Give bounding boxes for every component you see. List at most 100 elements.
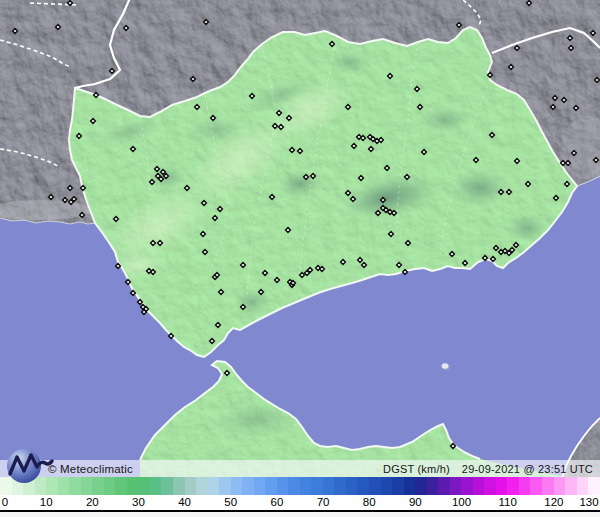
station-marker (418, 105, 423, 110)
station-marker (553, 96, 558, 101)
scale-cell (92, 477, 104, 495)
color-scale (0, 477, 600, 495)
station-marker (369, 147, 374, 152)
scale-cell (438, 477, 450, 495)
station-marker (362, 263, 367, 268)
station-marker (381, 198, 386, 203)
scale-cell (173, 477, 185, 495)
station-marker (572, 151, 577, 156)
scale-cell (565, 477, 577, 495)
scale-cell (507, 477, 519, 495)
scale-cell (427, 477, 439, 495)
scale-cell (404, 477, 416, 495)
station-marker (594, 158, 599, 163)
scale-tick-label: 80 (363, 496, 376, 508)
station-marker (305, 271, 310, 276)
scale-cell (127, 477, 139, 495)
map (0, 0, 600, 478)
station-marker (279, 125, 284, 130)
scale-cell (530, 477, 542, 495)
station-marker (510, 248, 515, 253)
station-marker (351, 197, 356, 202)
station-marker (80, 213, 85, 218)
station-marker (515, 159, 520, 164)
station-marker (286, 228, 291, 233)
station-marker (263, 271, 268, 276)
station-marker (155, 167, 160, 172)
station-marker (490, 133, 495, 138)
station-marker (385, 166, 390, 171)
station-marker (156, 174, 161, 179)
station-marker (56, 25, 61, 30)
station-marker (405, 175, 410, 180)
station-marker (526, 182, 531, 187)
scale-tick-label: 130 (579, 496, 598, 508)
station-marker (202, 201, 207, 206)
scale-tick-label: 40 (178, 496, 191, 508)
station-marker (131, 147, 136, 152)
scale-cell (219, 477, 231, 495)
scale-cell (196, 477, 208, 495)
station-marker (63, 198, 68, 203)
scale-tick-label: 90 (409, 496, 422, 508)
station-marker (68, 186, 73, 191)
scale-cell (484, 477, 496, 495)
station-marker (515, 46, 520, 51)
station-marker (304, 175, 309, 180)
scale-cell (473, 477, 485, 495)
station-marker (574, 106, 579, 111)
station-marker (110, 69, 115, 74)
station-marker (259, 290, 264, 295)
station-marker (158, 241, 163, 246)
station-marker (595, 78, 600, 83)
station-marker (151, 241, 156, 246)
legend-caption: DGST (km/h)29-09-2021 @ 23:51 UTC (383, 463, 593, 475)
station-marker (562, 98, 567, 103)
station-marker (565, 182, 570, 187)
station-marker (287, 116, 292, 121)
station-marker (341, 260, 346, 265)
station-marker (415, 87, 420, 92)
station-marker (150, 180, 155, 185)
station-marker (138, 300, 143, 305)
scale-tick-label: 50 (224, 496, 237, 508)
station-marker (291, 281, 296, 286)
scale-cell (461, 477, 473, 495)
station-marker (211, 116, 216, 121)
weather-map-screenshot: © Meteoclimatic DGST (km/h)29-09-2021 @ … (0, 0, 600, 517)
station-marker (13, 29, 18, 34)
scale-tick-label: 120 (544, 496, 563, 508)
station-marker (290, 148, 295, 153)
scale-cell (381, 477, 393, 495)
timestamp: 29-09-2021 @ 23:51 UTC (462, 463, 593, 475)
scale-tick-label: 70 (317, 496, 330, 508)
scale-tick-label: 30 (132, 496, 145, 508)
station-marker (509, 65, 514, 70)
station-marker (422, 150, 427, 155)
station-marker (566, 161, 571, 166)
info-bar: © Meteoclimatic DGST (km/h)29-09-2021 @ … (0, 460, 600, 477)
station-marker (491, 257, 496, 262)
alboran-island (442, 363, 449, 369)
scale-cell (392, 477, 404, 495)
station-marker (494, 246, 499, 251)
station-marker (126, 280, 131, 285)
station-marker (389, 232, 394, 237)
station-marker (346, 105, 351, 110)
scale-cell (496, 477, 508, 495)
station-marker (161, 170, 166, 175)
station-marker (164, 174, 169, 179)
station-marker (270, 195, 275, 200)
station-marker (275, 278, 280, 283)
scale-cell (254, 477, 266, 495)
station-marker (300, 273, 305, 278)
scale-cell (104, 477, 116, 495)
station-marker (320, 267, 325, 272)
scale-cell (242, 477, 254, 495)
station-marker (379, 138, 384, 143)
station-marker (277, 111, 282, 116)
station-marker (457, 23, 462, 28)
scale-cell (115, 477, 127, 495)
attribution-text: © Meteoclimatic (48, 463, 133, 475)
scale-tick-label: 10 (40, 496, 53, 508)
